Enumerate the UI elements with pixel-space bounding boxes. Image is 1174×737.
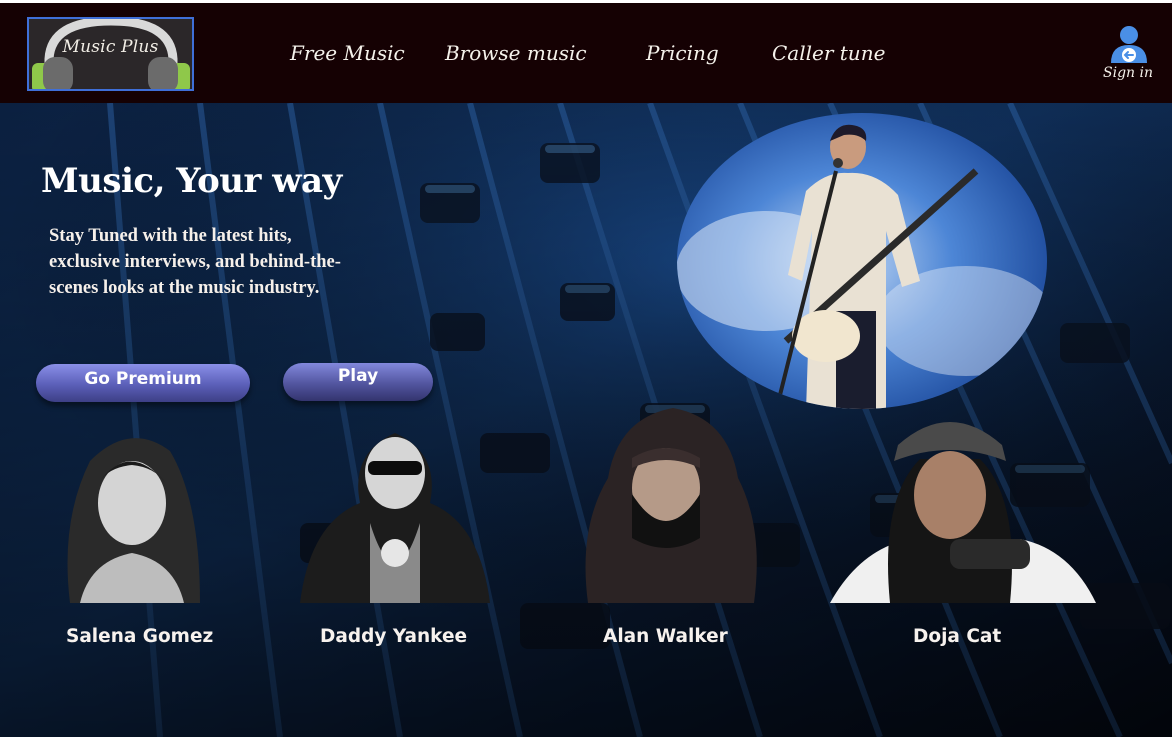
hero-title: Music, Your way	[41, 161, 342, 201]
logo[interactable]: Music Plus	[27, 17, 194, 91]
artist-name-daddy-yankee: Daddy Yankee	[320, 626, 468, 647]
sign-in-label: Sign in	[1103, 65, 1153, 81]
nav-caller-tune[interactable]: Caller tune	[772, 39, 885, 67]
artist-name-doja-cat: Doja Cat	[913, 626, 1002, 647]
nav-free-music[interactable]: Free Music	[290, 39, 405, 67]
user-signin-icon	[1111, 26, 1147, 63]
artist-name-salena-gomez: Salena Gomez	[66, 626, 214, 647]
logo-text: Music Plus	[62, 37, 159, 57]
nav-pricing[interactable]: Pricing	[646, 39, 719, 67]
play-button[interactable]: Play	[283, 363, 433, 401]
artist-photo-salena-gomez	[67, 438, 200, 603]
page: Music Plus Free Music Browse music Prici…	[0, 3, 1172, 737]
artist-photo-doja-cat	[830, 422, 1096, 603]
go-premium-button[interactable]: Go Premium	[36, 364, 250, 402]
hero-subtitle: Stay Tuned with the latest hits, exclusi…	[49, 226, 341, 298]
nav-browse-music[interactable]: Browse music	[445, 39, 587, 67]
sign-in-button[interactable]: Sign in	[1100, 25, 1156, 91]
hero-section: Music, Your way Stay Tuned with the late…	[0, 103, 1172, 737]
artist-name-alan-walker: Alan Walker	[603, 626, 728, 647]
featured-artist-image	[677, 113, 1047, 409]
artist-photo-daddy-yankee	[300, 433, 490, 603]
top-navbar: Music Plus Free Music Browse music Prici…	[0, 3, 1172, 103]
artist-photo-alan-walker	[585, 408, 757, 603]
